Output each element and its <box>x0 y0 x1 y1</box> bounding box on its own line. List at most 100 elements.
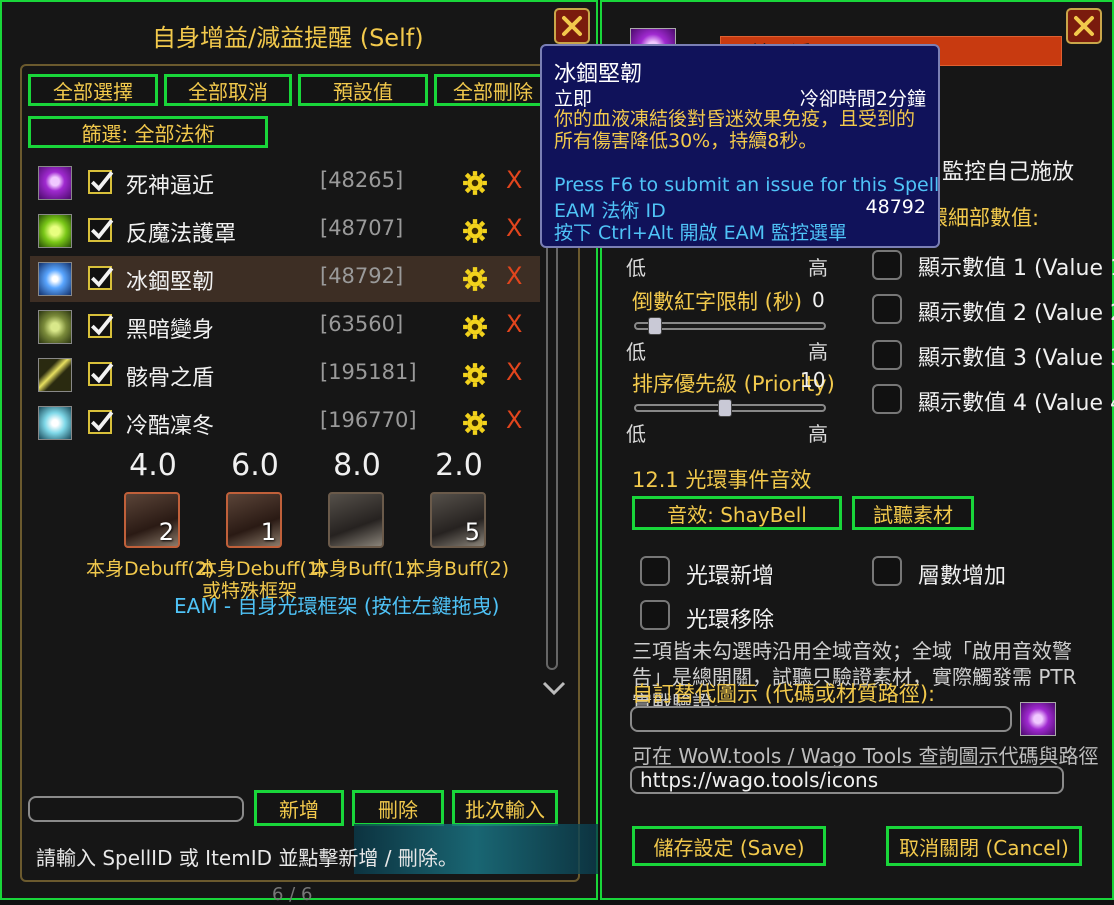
icon-url-field[interactable]: https://wago.tools/icons <box>630 766 1064 794</box>
tooltip-cooldown: 冷卻時間2分鐘 <box>799 88 926 110</box>
spell-checkbox[interactable] <box>88 410 114 434</box>
checkmark-icon <box>90 363 114 384</box>
checkmark-icon <box>90 411 114 432</box>
value-3-checkbox[interactable] <box>872 340 902 370</box>
slider-high-label: 高 <box>808 256 828 280</box>
spell-row[interactable]: 死神逼近 [48265] X <box>30 160 540 206</box>
add-hint: 請輸入 SpellID 或 ItemID 並點擊新增 / 刪除。 <box>36 846 458 870</box>
spell-name: 死神逼近 <box>126 174 215 199</box>
aura-timer: 8.0 <box>333 448 381 483</box>
filter-button[interactable]: 篩選: 全部法術 <box>28 116 268 148</box>
value-2-label: 顯示數值 2 (Value 2) <box>918 301 1114 326</box>
gear-icon[interactable] <box>462 266 488 292</box>
frost-icon <box>38 262 72 296</box>
delete-all-button[interactable]: 全部刪除 <box>434 74 548 106</box>
scroll-down-icon[interactable] <box>540 678 568 698</box>
spell-id-input[interactable] <box>28 796 244 822</box>
spell-id: [48707] <box>320 216 404 240</box>
custom-icon-input[interactable] <box>630 706 1012 732</box>
sound-select-button[interactable]: 音效: ShayBell <box>632 496 842 530</box>
gear-icon[interactable] <box>462 218 488 244</box>
gear-icon[interactable] <box>462 410 488 436</box>
countdown-slider-thumb[interactable] <box>648 317 662 335</box>
delete-spell-button[interactable]: X <box>506 406 522 434</box>
sound-section-label: 12.1 光環事件音效 <box>632 468 812 492</box>
spell-checkbox[interactable] <box>88 362 114 386</box>
delete-spell-button[interactable]: X <box>506 166 522 194</box>
checkmark-icon <box>90 267 114 288</box>
spell-name: 反魔法護罩 <box>126 222 237 247</box>
aura-portrait <box>328 492 384 548</box>
value-3-label: 顯示數值 3 (Value 3) <box>918 346 1114 371</box>
spell-checkbox[interactable] <box>88 170 114 194</box>
defaults-button[interactable]: 預設值 <box>298 74 428 106</box>
checkmark-icon <box>90 171 114 192</box>
stack-count: 2 <box>158 518 174 546</box>
monitor-self-label: 監控自己施放 <box>942 160 1075 185</box>
gear-icon[interactable] <box>462 362 488 388</box>
spell-row[interactable]: 黑暗變身 [63560] X <box>30 304 540 350</box>
deselect-all-button[interactable]: 全部取消 <box>164 74 292 106</box>
aura-added-checkbox[interactable] <box>640 556 670 586</box>
aura-portrait: 5 <box>430 492 486 548</box>
tooltip-report-hint: Press F6 to submit an issue for this Spe… <box>554 174 940 196</box>
winter-icon <box>38 406 72 440</box>
delete-spell-button[interactable]: X <box>506 214 522 242</box>
ghoul-icon <box>38 310 72 344</box>
priority-slider-thumb[interactable] <box>718 399 732 417</box>
aura-portrait: 1 <box>226 492 282 548</box>
self-aura-panel: 自身增益/減益提醒 (Self) 全部選擇 全部取消 預設值 全部刪除 篩選: … <box>0 0 598 905</box>
delete-spell-button[interactable]: X <box>506 310 522 338</box>
slider-low-label: 低 <box>626 256 646 280</box>
spell-row[interactable]: 反魔法護罩 [48707] X <box>30 208 540 254</box>
spell-checkbox[interactable] <box>88 314 114 338</box>
aura-frame-label[interactable]: EAM - 自身光環框架 (按住左鍵拖曳) <box>174 590 499 619</box>
spell-id: [196770] <box>320 408 417 432</box>
spell-row[interactable]: 骸骨之盾 [195181] X <box>30 352 540 398</box>
value-1-checkbox[interactable] <box>872 250 902 280</box>
icon-lookup-hint: 可在 WoW.tools / Wago Tools 查詢圖示代碼與路徑 <box>632 744 1099 768</box>
slider-low-label: 低 <box>626 340 646 364</box>
spell-id: [48265] <box>320 168 404 192</box>
gear-icon[interactable] <box>462 314 488 340</box>
value-2-checkbox[interactable] <box>872 294 902 324</box>
delete-spell-button[interactable]: X <box>506 262 522 290</box>
spell-checkbox[interactable] <box>88 266 114 290</box>
aura-added-label: 光環新增 <box>686 564 775 589</box>
value-4-checkbox[interactable] <box>872 384 902 414</box>
spell-checkbox[interactable] <box>88 218 114 242</box>
spell-row[interactable]: 冷酷凜冬 [196770] X <box>30 400 540 446</box>
stack-increase-checkbox[interactable] <box>872 556 902 586</box>
skull-icon <box>38 166 72 200</box>
countdown-label: 倒數紅字限制 (秒) <box>632 290 803 314</box>
aura-timer: 2.0 <box>435 448 483 483</box>
batch-input-button[interactable]: 批次輸入 <box>452 790 558 826</box>
close-button[interactable] <box>1066 8 1102 44</box>
gear-icon[interactable] <box>462 170 488 196</box>
priority-value: 10 <box>800 368 826 392</box>
cancel-button[interactable]: 取消關閉 (Cancel) <box>886 826 1082 866</box>
delete-spell-button[interactable]: X <box>506 358 522 386</box>
aura-removed-checkbox[interactable] <box>640 600 670 630</box>
close-button[interactable] <box>554 8 590 44</box>
countdown-slider[interactable] <box>634 322 826 330</box>
shield-icon <box>38 214 72 248</box>
select-all-button[interactable]: 全部選擇 <box>28 74 158 106</box>
stack-count: 5 <box>464 518 480 546</box>
close-icon <box>562 16 582 36</box>
spell-row-selected[interactable]: 冰錮堅韌 [48792] X <box>30 256 540 302</box>
checkmark-icon <box>90 219 114 240</box>
slider-high-label: 高 <box>808 422 828 446</box>
aura-timer: 6.0 <box>231 448 279 483</box>
spell-name: 黑暗變身 <box>126 318 215 343</box>
spell-tooltip: 冰錮堅韌 立即 冷卻時間2分鐘 你的血液凍結後對昏迷效果免疫，且受到的所有傷害降… <box>540 44 940 248</box>
remove-button[interactable]: 刪除 <box>352 790 444 826</box>
save-button[interactable]: 儲存設定 (Save) <box>632 826 826 866</box>
add-button[interactable]: 新增 <box>254 790 344 826</box>
aura-timer: 4.0 <box>129 448 177 483</box>
spell-id: [48792] <box>320 264 404 288</box>
tooltip-id-value: 48792 <box>865 196 926 218</box>
preview-sound-button[interactable]: 試聽素材 <box>852 496 974 530</box>
portrait-caption: 本身Buff(2) <box>406 558 510 580</box>
spell-name: 冰錮堅韌 <box>126 270 215 295</box>
